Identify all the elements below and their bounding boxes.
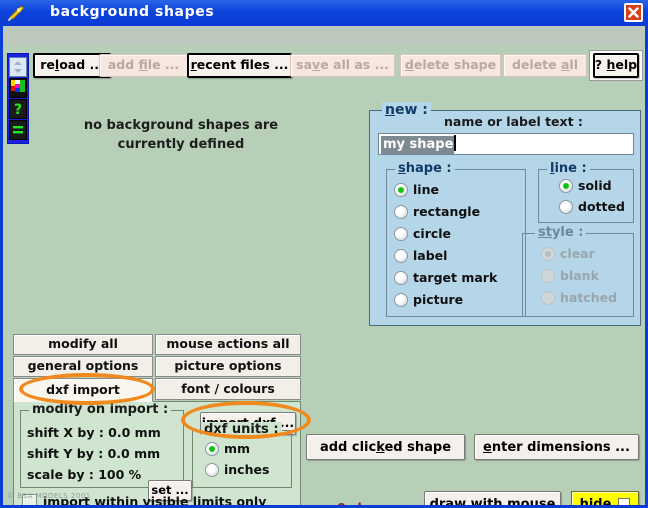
radio-indicator — [205, 441, 219, 456]
shift-y-value: shift Y by : 0.0 mm — [27, 446, 161, 461]
tab-general-options[interactable]: general options — [13, 356, 153, 377]
tab-modify-all[interactable]: modify all — [13, 334, 153, 355]
shape-group-title: shape : — [395, 161, 455, 176]
tab-label: general options — [27, 358, 139, 374]
modify-on-import-group: modify on import : shift X by : 0.0 mm s… — [20, 402, 184, 488]
radio-units-mm[interactable]: mm — [205, 441, 250, 456]
save-all-as-button[interactable]: save all as ... — [290, 54, 395, 77]
line-group: line : solid dotted — [538, 161, 634, 223]
add-file-button[interactable]: add file ... — [99, 54, 188, 77]
name-or-label-text-label: name or label text : — [444, 114, 583, 129]
empty-message-line-2: currently defined — [117, 137, 245, 152]
recent-files-button[interactable]: recent files ... — [187, 53, 292, 78]
tab-label: font / colours — [181, 380, 275, 396]
radio-indicator — [559, 178, 573, 193]
trowel-icon — [6, 3, 26, 23]
client-area: ? reload ... add file ... recent files .… — [3, 26, 645, 505]
new-shape-panel: new : name or label text : my shape shap… — [369, 102, 641, 326]
scroll-spinner-icon[interactable] — [9, 57, 27, 77]
tab-label: modify all — [48, 336, 118, 352]
style-group-title: style : — [535, 225, 587, 240]
empty-state-message: no background shapes are currently defin… — [41, 116, 321, 154]
name-input-value: my shape — [381, 136, 455, 154]
radio-style-clear: clear — [541, 246, 595, 261]
radio-shape-picture[interactable]: picture — [394, 292, 463, 307]
radio-line-solid[interactable]: solid — [559, 178, 612, 193]
radio-indicator — [559, 199, 573, 214]
style-group: style : clear blank hatched — [522, 225, 634, 317]
add-clicked-shape-button[interactable]: add clicked shape — [306, 434, 465, 460]
radio-indicator — [541, 246, 555, 261]
radio-style-blank: blank — [541, 268, 599, 283]
dxf-units-title: dxf units : — [201, 422, 282, 437]
radio-indicator — [541, 268, 555, 283]
help-question-icon[interactable]: ? — [9, 99, 27, 119]
empty-message-line-1: no background shapes are — [83, 118, 279, 133]
draw-with-mouse-button[interactable]: draw with mouse — [424, 491, 561, 505]
radio-indicator — [394, 270, 408, 285]
scale-by-value: scale by : 100 % — [27, 467, 142, 482]
top-strip — [3, 26, 645, 46]
shapes-count-label: 0 shapes — [337, 500, 400, 505]
radio-indicator — [394, 248, 408, 263]
tab-picture-options[interactable]: picture options — [155, 356, 301, 377]
title-bar[interactable]: background shapes — [0, 0, 648, 26]
dxf-import-panel: modify on import : shift X by : 0.0 mm s… — [13, 401, 301, 505]
tab-bar: modify all mouse actions all general opt… — [13, 334, 301, 402]
shift-x-value: shift X by : 0.0 mm — [27, 425, 161, 440]
radio-indicator — [205, 462, 219, 477]
new-panel-title: new : — [382, 102, 431, 118]
delete-all-button[interactable]: delete all — [503, 54, 587, 77]
radio-shape-label[interactable]: label — [394, 248, 447, 263]
tab-label: picture options — [174, 358, 282, 374]
window-title: background shapes — [50, 4, 215, 20]
help-button[interactable]: ? help — [593, 53, 639, 78]
hide-checkbox-indicator — [618, 498, 631, 505]
copyright-notice: © BSA MODELS 2001 — [7, 492, 91, 500]
radio-units-inches[interactable]: inches — [205, 462, 269, 477]
tab-label: mouse actions all — [166, 336, 290, 352]
hide-label: hide — [579, 496, 612, 506]
radio-style-hatched: hatched — [541, 290, 617, 305]
radio-indicator — [394, 292, 408, 307]
enter-dimensions-button[interactable]: enter dimensions ... — [474, 434, 639, 460]
radio-shape-line[interactable]: line — [394, 182, 439, 197]
radio-indicator — [541, 290, 555, 305]
icon-rail: ? — [7, 53, 29, 144]
colour-palette-icon[interactable] — [9, 78, 27, 98]
dxf-units-group: dxf units : mm inches — [192, 422, 292, 488]
radio-indicator — [394, 204, 408, 219]
line-group-title: line : — [547, 161, 590, 176]
svg-text:?: ? — [14, 102, 22, 118]
menu-lines-icon[interactable] — [9, 120, 27, 140]
close-icon[interactable] — [624, 3, 643, 22]
radio-shape-target-mark[interactable]: target mark — [394, 270, 497, 285]
text-caret — [454, 135, 457, 151]
tab-dxf-import[interactable]: dxf import — [13, 378, 153, 402]
tab-label: dxf import — [46, 381, 120, 397]
radio-indicator — [394, 182, 408, 197]
modify-group-title: modify on import : — [29, 402, 172, 417]
radio-shape-rectangle[interactable]: rectangle — [394, 204, 480, 219]
name-input[interactable]: my shape — [378, 133, 634, 155]
hide-button[interactable]: hide — [571, 491, 639, 505]
application-window: background shapes ? reload ... add file … — [0, 0, 648, 508]
radio-indicator — [394, 226, 408, 241]
radio-shape-circle[interactable]: circle — [394, 226, 451, 241]
tab-font-colours[interactable]: font / colours — [155, 378, 301, 400]
delete-shape-button[interactable]: delete shape — [400, 54, 501, 77]
tab-mouse-actions-all[interactable]: mouse actions all — [155, 334, 301, 355]
radio-line-dotted[interactable]: dotted — [559, 199, 625, 214]
shape-group: shape : line rectangle circle label targ… — [386, 161, 526, 317]
